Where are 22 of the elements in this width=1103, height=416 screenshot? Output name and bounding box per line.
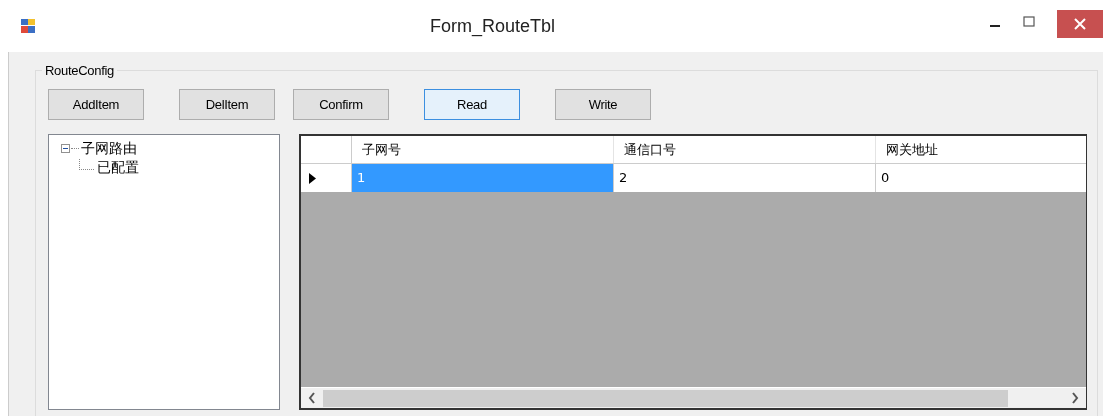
- horizontal-scrollbar[interactable]: [301, 387, 1086, 408]
- scroll-left-icon[interactable]: [308, 392, 316, 404]
- collapse-icon[interactable]: [61, 144, 70, 153]
- maximize-icon[interactable]: [1023, 16, 1035, 28]
- column-header[interactable]: 通信口号: [614, 136, 876, 163]
- app-icon: [20, 18, 36, 34]
- group-title: RouteConfig: [42, 63, 117, 78]
- tree-node[interactable]: 子网路由: [80, 139, 138, 158]
- toolbar-button[interactable]: Write: [555, 89, 651, 120]
- tree-node[interactable]: 已配置: [96, 158, 140, 177]
- current-row-icon: [309, 172, 316, 184]
- toolbar-button[interactable]: Read: [424, 89, 520, 120]
- close-icon: [1074, 18, 1086, 30]
- toolbar-button[interactable]: Confirm: [293, 89, 389, 120]
- close-button[interactable]: [1057, 10, 1103, 38]
- column-header[interactable]: 网关地址: [876, 136, 1086, 163]
- column-header[interactable]: 子网号: [352, 136, 614, 163]
- toolbar-button[interactable]: AddItem: [48, 89, 144, 120]
- toolbar-button[interactable]: DelItem: [179, 89, 275, 120]
- scroll-right-icon[interactable]: [1071, 392, 1079, 404]
- scroll-thumb[interactable]: [323, 389, 1008, 407]
- window-title: Form_RouteTbl: [428, 15, 556, 37]
